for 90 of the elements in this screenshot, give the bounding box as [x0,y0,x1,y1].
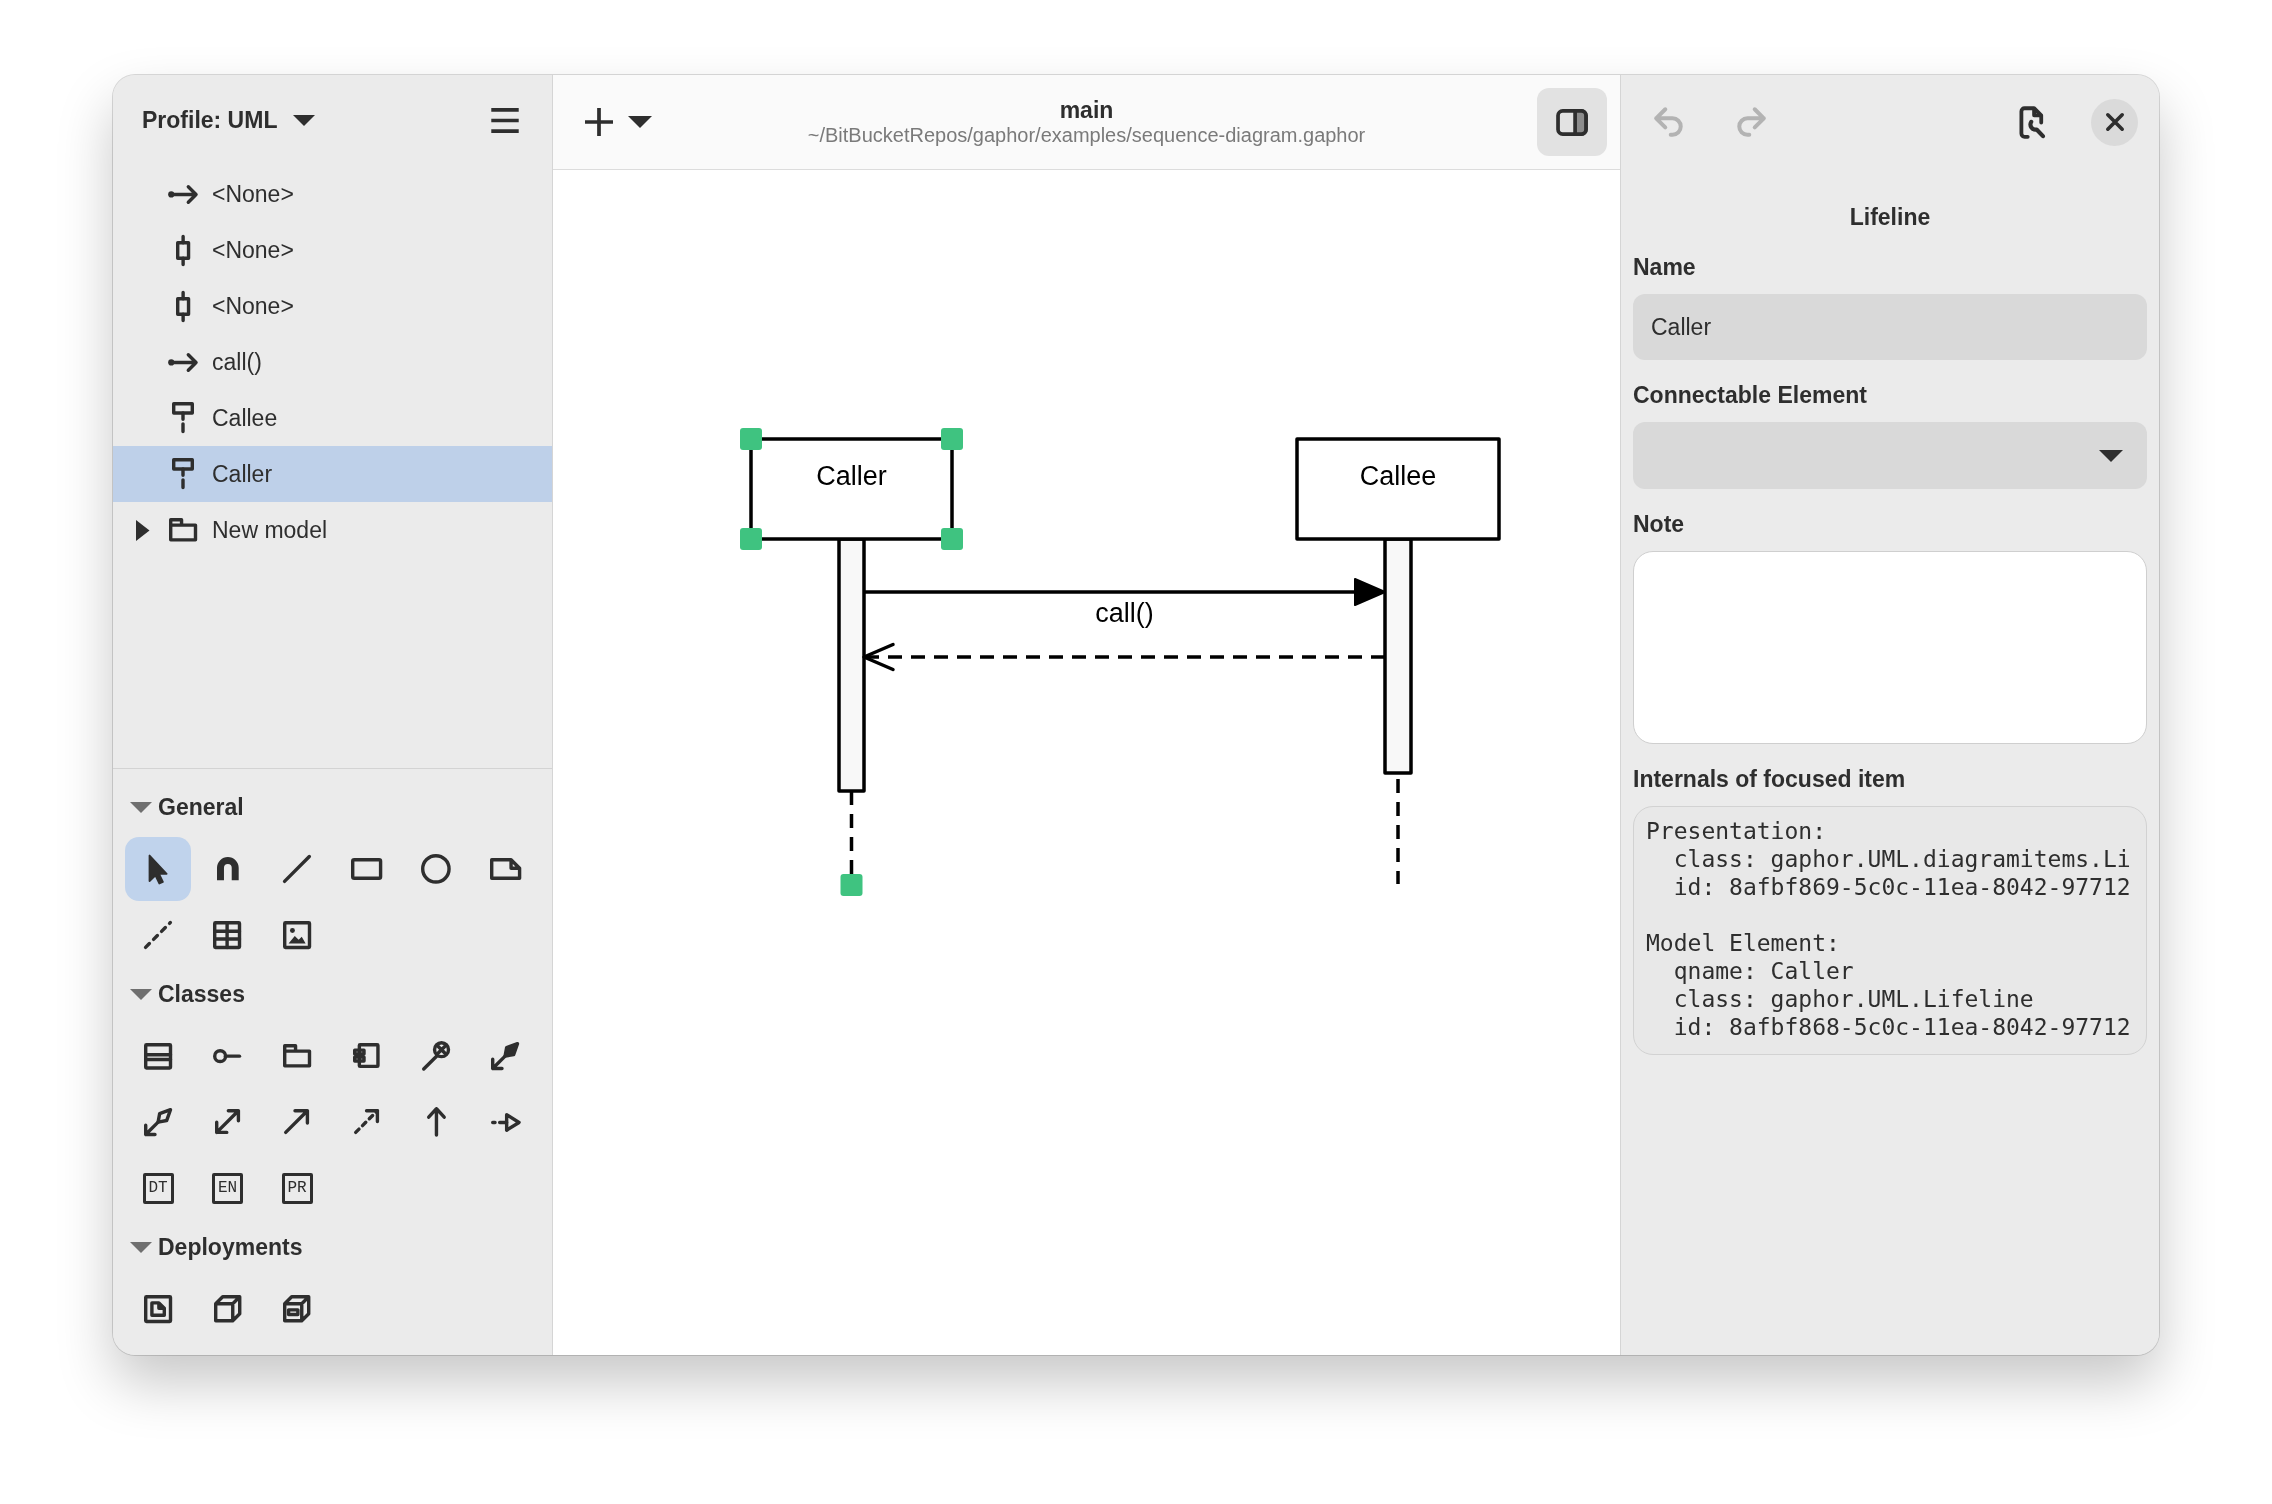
lifeline-name: Caller [816,461,887,491]
dot-arrow-icon [168,352,198,372]
magnet-icon [216,857,239,881]
tree-item[interactable]: Callee [113,390,552,446]
resize-handle[interactable] [941,528,963,550]
resize-handle[interactable] [740,528,762,550]
field-label: Name [1633,253,1696,282]
section-header[interactable]: Classes [125,974,251,1014]
field-label: Internals of focused item [1633,765,1906,794]
close-icon [2105,113,2124,131]
tree-item[interactable]: Caller [113,446,552,502]
panel-icon [1556,108,1588,136]
dashed-arrow-icon [353,1109,380,1135]
diagonal-arrow-icon [284,1109,310,1135]
dashed-triangle-arrow-icon [490,1112,521,1132]
lifeline-icon [172,402,194,434]
resize-handle[interactable] [840,874,863,896]
lollipop-icon [213,1048,242,1064]
field-label: Note [1633,510,1685,539]
close-button[interactable] [2091,98,2138,146]
component-icon [353,1043,380,1069]
profile-dropdown[interactable]: Profile: UML [130,99,328,142]
hollow-diamond-arrow-icon [143,1107,173,1137]
message-label: call() [1095,598,1154,628]
dashed-line-icon [144,921,172,949]
tree-item-label: <None> [212,180,294,208]
name-field[interactable]: Caller [1633,294,2147,360]
lifeline-name: Callee [1359,461,1437,491]
internals-line: class: gaphor.UML.diagramitems.Li [1672,845,2131,873]
tree-item[interactable]: call() [113,334,552,390]
double-arrow-icon [214,1109,241,1135]
field-label: Connectable Element [1633,381,1867,410]
internals-line: id: 8afbf869-5c0c-11ea-8042-97712 [1672,873,2131,901]
tree-item-label: <None> [212,292,294,320]
image-icon [282,920,312,950]
internals-line: class: gaphor.UML.Lifeline [1672,985,2034,1013]
tree-item[interactable]: New model [113,502,552,558]
section-header[interactable]: Deployments [125,1227,309,1267]
cube-slot-icon [283,1295,311,1323]
circle-icon [421,854,451,884]
plus-icon [585,108,613,136]
caret-icon [293,115,316,126]
note-field[interactable] [1633,551,2147,744]
tree-item[interactable]: <None> [113,166,552,222]
internals-heading: Model Element: [1646,929,1840,957]
expander-icon[interactable] [136,519,150,541]
filled-diamond-arrow-icon [491,1041,520,1071]
tree-item-label: Caller [212,460,273,488]
file-wrench-icon [2018,105,2046,139]
internals-line: qname: Caller [1672,957,1854,985]
internals-heading: Presentation: [1646,817,1826,845]
tree-item-label: <None> [212,236,294,264]
resize-handle[interactable] [740,428,762,450]
redo-icon [1738,107,1766,137]
undo-icon [1654,107,1682,137]
compartment-box-icon [143,1042,173,1070]
line-icon [283,855,311,883]
crossed-circle-pin-icon [421,1041,451,1071]
table-icon [213,920,242,950]
menu-icon [491,108,519,133]
note-icon [489,858,522,880]
tree-item[interactable]: <None> [113,278,552,334]
caret-icon [2099,449,2123,462]
folder-icon [168,518,198,542]
cube-icon [213,1295,242,1323]
diagram-title: main [1059,97,1114,123]
caret-icon [628,116,652,128]
tree-item-label: call() [212,348,262,376]
cursor-icon [147,853,169,885]
internals-line: id: 8afbf868-5c0c-11ea-8042-97712 [1672,1013,2131,1041]
section-header[interactable]: General [125,787,250,827]
dot-arrow-icon [168,184,198,204]
tool-button[interactable]: PR [264,1156,330,1220]
tree-item-label: New model [212,516,328,544]
sidebar-toggle-button[interactable] [1537,88,1607,156]
lifeline-icon [172,458,194,490]
tree-item[interactable]: <None> [113,222,552,278]
tree-item-label: Callee [212,404,278,432]
resize-handle[interactable] [941,428,963,450]
tool-button[interactable]: EN [194,1156,261,1220]
file-path: ~/BitBucketRepos/gaphor/examples/sequence-diagram.gaphor [807,123,1366,147]
bar-on-line-icon [175,290,191,322]
document-box-icon [143,1294,173,1324]
panel-title: Lifeline [1849,203,1931,232]
tool-button[interactable]: DT [125,1156,191,1220]
up-arrow-icon [426,1107,446,1137]
bar-on-line-icon [175,234,191,266]
folder-icon [282,1044,312,1068]
tool-button[interactable] [125,837,191,901]
rectangle-icon [350,858,383,880]
